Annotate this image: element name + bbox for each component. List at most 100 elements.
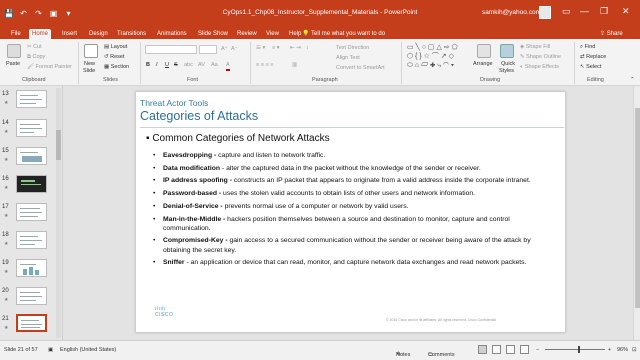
slide-thumbnail[interactable] — [16, 175, 47, 193]
new-slide-icon[interactable] — [84, 44, 98, 58]
level1-bullet[interactable]: ▪ Common Categories of Network Attacks — [146, 133, 330, 144]
list-item[interactable]: Password-based - uses the stolen valid a… — [153, 189, 553, 198]
quick-styles-icon[interactable] — [500, 44, 514, 58]
zoom-slider[interactable] — [545, 349, 605, 350]
slide-title[interactable]: Categories of Attacks — [140, 109, 258, 123]
slide-thumbnail[interactable] — [16, 259, 47, 277]
zoom-in-button[interactable]: + — [608, 346, 611, 354]
list-item[interactable]: Compromised-Key - gain access to a secur… — [153, 236, 553, 254]
shape-outline-button[interactable]: ✎ Shape Outline — [520, 54, 561, 61]
replace-button[interactable]: ⇄ Replace — [580, 54, 606, 61]
list-item[interactable]: Denial-of-Service - prevents normal use … — [153, 202, 553, 211]
slide-thumbnail[interactable] — [16, 119, 47, 137]
quick-styles-label[interactable]: Quick — [501, 61, 515, 68]
layout-button[interactable]: ▤ Layout — [104, 44, 127, 51]
slide-thumbnail[interactable] — [16, 90, 47, 108]
paste-icon[interactable] — [7, 44, 21, 58]
shapes-gallery-row-2[interactable]: ⬡ { } ☆ ⌒ ↗ ◇ — [407, 53, 454, 61]
italic-button[interactable]: I — [156, 62, 158, 69]
tab-design[interactable]: Design — [86, 29, 111, 39]
new-slide-label[interactable]: New — [84, 61, 95, 68]
arrange-icon[interactable] — [477, 44, 491, 58]
spelling-icon[interactable]: ▣ — [48, 346, 53, 354]
tab-animations[interactable]: Animations — [154, 29, 190, 39]
section-button[interactable]: ▦ Section — [104, 64, 129, 71]
new-slide-label-2[interactable]: Slide — [83, 68, 95, 75]
scrollbar-thumb[interactable] — [635, 108, 640, 308]
slide-thumbnail[interactable] — [16, 203, 47, 221]
shape-fill-button[interactable]: ◈ Shape Fill — [520, 44, 550, 51]
tab-file[interactable]: File — [8, 29, 24, 39]
line-spacing-icon[interactable]: ↕ — [306, 45, 309, 52]
avatar[interactable] — [539, 6, 551, 19]
zoom-slider-knob[interactable] — [578, 346, 580, 353]
shapes-gallery-row-3[interactable]: ⬭ ⌂ ▱ ✚ ⤷ ◠ ▾ — [407, 62, 454, 70]
align-text-button[interactable]: Align Text — [336, 55, 360, 62]
select-button[interactable]: ↖ Select — [580, 64, 601, 71]
bold-button[interactable]: B — [146, 62, 150, 69]
paste-button[interactable]: Paste — [6, 61, 20, 68]
slide-sorter-button[interactable] — [492, 345, 501, 354]
collapse-ribbon-icon[interactable]: ⌃ — [630, 77, 635, 84]
bullet-list[interactable]: Eavesdropping - capture and listen to ne… — [153, 151, 553, 271]
language-indicator[interactable]: English (United States) — [60, 346, 116, 354]
grow-font-icon[interactable]: A⁺ — [221, 46, 228, 53]
convert-smartart-button[interactable]: Convert to SmartArt — [336, 65, 385, 72]
list-item[interactable]: Eavesdropping - capture and listen to ne… — [153, 151, 553, 160]
reading-view-button[interactable] — [506, 345, 515, 354]
tab-slide-show[interactable]: Slide Show — [195, 29, 231, 39]
slide-thumbnail[interactable] — [16, 147, 47, 165]
save-icon[interactable]: 💾 — [4, 9, 14, 18]
share-button[interactable]: ⇪ Share — [600, 29, 623, 39]
tab-view[interactable]: View — [263, 29, 282, 39]
customize-qat-icon[interactable]: ▾ — [64, 9, 73, 18]
arrange-button[interactable]: Arrange — [473, 61, 493, 68]
format-painter-button[interactable]: 🖌 Format Painter — [27, 64, 72, 71]
restore-button[interactable]: ❐ — [600, 6, 608, 16]
tab-home[interactable]: Home — [29, 29, 52, 39]
slide-supertitle[interactable]: Threat Actor Tools — [140, 98, 208, 108]
current-slide[interactable]: Threat Actor Tools Categories of Attacks… — [135, 91, 566, 333]
tab-insert[interactable]: Insert — [59, 29, 80, 39]
indent-icons[interactable]: ⇤ ⇥ — [290, 45, 301, 52]
fit-to-window-icon[interactable]: ⊡ — [632, 346, 637, 354]
ribbon-display-options-icon[interactable]: ▭ — [562, 6, 571, 16]
minimize-button[interactable]: — — [580, 6, 589, 16]
zoom-out-button[interactable]: − — [536, 346, 539, 354]
tell-me-search[interactable]: 💡 Tell me what you want to do — [302, 29, 385, 39]
text-direction-button[interactable]: Text Direction — [336, 45, 369, 52]
copy-button[interactable]: ⧉ Copy — [27, 54, 45, 61]
quick-styles-label-2[interactable]: Styles — [499, 68, 514, 75]
start-slideshow-icon[interactable]: ▣ — [49, 9, 58, 18]
redo-icon[interactable]: ↷ — [34, 9, 43, 18]
change-case-button[interactable]: Aa — [211, 62, 218, 69]
reset-button[interactable]: ↺ Reset — [104, 54, 125, 61]
char-spacing-button[interactable]: AV — [198, 62, 205, 69]
thumbnail-scrollbar[interactable] — [56, 88, 61, 338]
slide-thumbnail[interactable] — [16, 287, 47, 305]
strikethrough-button[interactable]: S — [174, 62, 178, 69]
numbering-icon[interactable]: ≡ ▾ — [272, 45, 280, 52]
zoom-level[interactable]: 96% — [617, 346, 628, 354]
list-item[interactable]: Data modification - alter the captured d… — [153, 164, 553, 173]
cut-button[interactable]: ✂ Cut — [27, 44, 42, 51]
shapes-gallery-row-1[interactable]: ▭ ╲ ○ ▢ △ ⇨ ⬠ — [407, 44, 458, 52]
slide-thumbnail-selected[interactable] — [16, 314, 47, 332]
underline-button[interactable]: U — [165, 62, 169, 69]
slide-thumbnail[interactable] — [16, 231, 47, 249]
scrollbar-thumb[interactable] — [56, 130, 61, 160]
font-color-button[interactable]: A — [226, 62, 230, 71]
tab-transitions[interactable]: Transitions — [114, 29, 149, 39]
tab-review[interactable]: Review — [234, 29, 260, 39]
undo-icon[interactable]: ↶ — [19, 9, 28, 18]
columns-icon[interactable]: ▥ — [292, 62, 297, 69]
shrink-font-icon[interactable]: A⁻ — [231, 46, 238, 53]
list-item[interactable]: Sniffer - an application or device that … — [153, 258, 553, 267]
slideshow-view-button[interactable] — [520, 345, 529, 354]
bullets-icon[interactable]: ☰ ▾ — [256, 45, 265, 52]
find-button[interactable]: ⌕ Find — [580, 44, 595, 51]
text-shadow-button[interactable]: abc — [184, 62, 193, 69]
account-name[interactable]: samkih@yahoo.com — [482, 9, 541, 16]
align-icons[interactable]: ≡ ≡ ≡ ≡ — [256, 62, 273, 69]
list-item[interactable]: IP address spoofing - constructs an IP p… — [153, 176, 553, 185]
